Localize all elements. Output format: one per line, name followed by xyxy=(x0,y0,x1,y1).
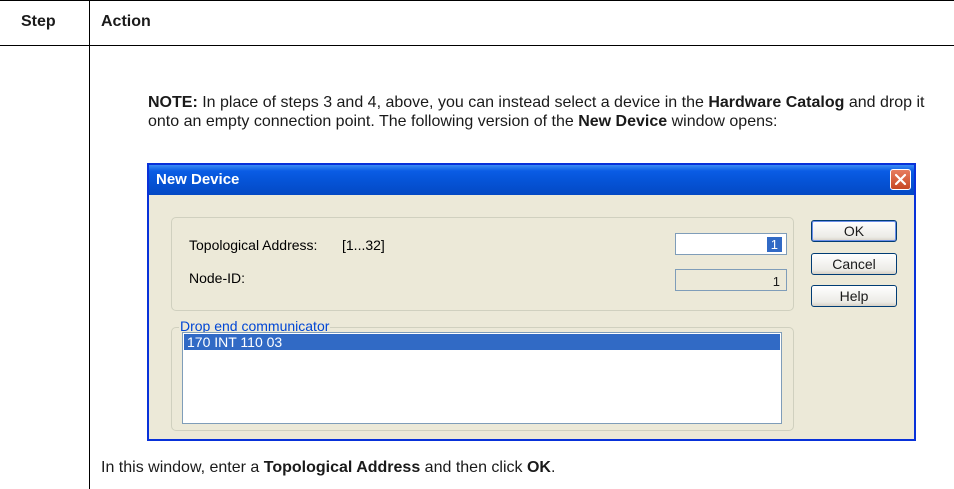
footer-text-3: . xyxy=(550,459,556,476)
ok-button[interactable]: OK xyxy=(811,220,897,242)
topological-address-value: 1 xyxy=(766,237,782,252)
dialog-title-bar[interactable]: New Device xyxy=(149,165,914,195)
node-id-value: 1 xyxy=(772,274,780,289)
topological-address-input[interactable]: 1 xyxy=(675,233,787,255)
instruction-text: In this window, enter a Topological Addr… xyxy=(101,459,555,477)
note-new-device: New Device xyxy=(578,113,668,130)
close-icon xyxy=(894,173,907,186)
cancel-button[interactable]: Cancel xyxy=(811,253,897,275)
help-button[interactable]: Help xyxy=(811,285,897,307)
footer-text-2: and then click xyxy=(420,459,527,476)
note-text-3: window opens: xyxy=(667,113,778,130)
footer-text-1: In this window, enter a xyxy=(101,459,264,476)
note-paragraph: NOTE: In place of steps 3 and 4, above, … xyxy=(148,93,938,131)
header-step: Step xyxy=(21,13,56,30)
node-id-label: Node-ID: xyxy=(189,270,246,286)
node-id-field: 1 xyxy=(675,269,787,291)
table-top-border xyxy=(0,0,954,1)
note-label: NOTE: xyxy=(148,94,198,111)
footer-topological-address: Topological Address xyxy=(263,459,421,476)
list-item[interactable]: 170 INT 110 03 xyxy=(184,334,780,350)
new-device-dialog: New Device Topological Address: [1...32]… xyxy=(147,163,916,441)
table-header-divider xyxy=(0,45,954,46)
address-group xyxy=(171,217,794,311)
footer-ok: OK xyxy=(526,459,551,476)
note-hardware-catalog: Hardware Catalog xyxy=(708,94,845,111)
communicator-list[interactable]: 170 INT 110 03 xyxy=(182,332,782,424)
topological-address-range: [1...32] xyxy=(342,237,385,253)
header-action: Action xyxy=(101,13,151,30)
topological-address-label: Topological Address: xyxy=(189,237,318,253)
table-column-divider xyxy=(89,0,90,489)
dialog-title: New Device xyxy=(156,171,240,188)
note-text-1: In place of steps 3 and 4, above, you ca… xyxy=(197,94,709,111)
close-button[interactable] xyxy=(890,169,911,190)
